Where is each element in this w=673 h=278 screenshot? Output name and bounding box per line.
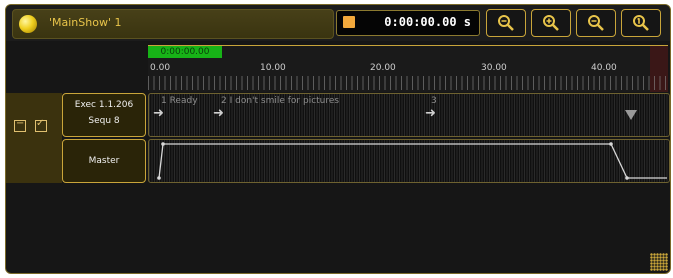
master-fader-curve[interactable]	[149, 140, 669, 182]
minus-icon: −	[16, 118, 25, 129]
status-bulb-icon	[19, 15, 37, 33]
zoom-out-icon	[498, 15, 514, 31]
playhead-time-marker[interactable]: 0:00:00.00	[148, 46, 222, 58]
cue-arrow-icon[interactable]: ➜	[213, 106, 224, 121]
track-side-panel: − ✓	[6, 93, 62, 183]
master-track[interactable]	[148, 139, 670, 183]
ruler-label: 10.00	[260, 63, 286, 73]
zoom-out-icon	[588, 15, 604, 31]
zoom-fit-button[interactable]	[621, 9, 661, 37]
time-display: 0:00:00.00 s	[336, 10, 480, 36]
cue-label: 3	[431, 96, 437, 106]
resize-grip-icon[interactable]	[650, 253, 668, 271]
status-square-icon	[343, 16, 355, 28]
enable-checkbox[interactable]: ✓	[35, 118, 47, 132]
ruler-label: 0.00	[150, 63, 171, 73]
end-marker-icon[interactable]	[625, 110, 637, 120]
executor-number: Exec 1.1.206	[74, 100, 134, 110]
time-readout: 0:00:00.00 s	[384, 15, 471, 29]
time-ruler[interactable]: 0:00:00.00 0.00 10.00 20.00 30.00 40.00	[148, 45, 668, 92]
cue-track[interactable]: 1 Ready ➜ 2 I don't smile for pictures ➜…	[148, 93, 670, 137]
check-icon: ✓	[36, 118, 45, 129]
master-label[interactable]: Master	[62, 139, 146, 183]
ruler-ticks	[148, 76, 668, 90]
cue-arrow-icon[interactable]: ➜	[153, 106, 164, 121]
timecode-window: 'MainShow' 1 0:00:00.00 s 0:00:00.00 0.0…	[5, 4, 671, 274]
zoom-in-icon	[543, 15, 559, 31]
sequence-number: Sequ 8	[88, 116, 120, 126]
show-title: 'MainShow' 1	[49, 16, 122, 29]
master-label-text: Master	[88, 156, 120, 166]
show-title-strip[interactable]: 'MainShow' 1	[12, 9, 334, 39]
zoom-out-button-2[interactable]	[576, 9, 616, 37]
cue-arrow-icon[interactable]: ➜	[425, 106, 436, 121]
ruler-label: 40.00	[591, 63, 617, 73]
ruler-label: 20.00	[370, 63, 396, 73]
ruler-label: 30.00	[481, 63, 507, 73]
zoom-fit-icon	[633, 15, 649, 31]
cue-label: 2 I don't smile for pictures	[221, 96, 340, 106]
cue-label: 1 Ready	[161, 96, 198, 106]
title-bar: 'MainShow' 1 0:00:00.00 s	[6, 5, 670, 41]
executor-label[interactable]: Exec 1.1.206 Sequ 8	[62, 93, 146, 137]
zoom-in-button[interactable]	[531, 9, 571, 37]
collapse-checkbox[interactable]: −	[14, 118, 26, 132]
zoom-out-button[interactable]	[486, 9, 526, 37]
